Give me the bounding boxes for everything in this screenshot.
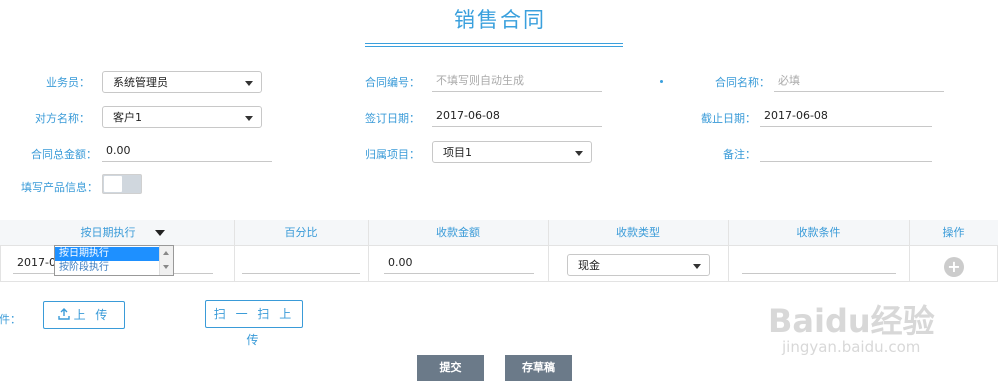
fill-product-label: 填写产品信息： (21, 181, 98, 194)
remark-input[interactable] (760, 140, 932, 162)
contract-no-label: 合同编号： (365, 76, 420, 89)
contract-name-placeholder: 必填 (778, 74, 800, 87)
counterparty-value: 客户1 (113, 111, 142, 124)
fill-product-toggle[interactable] (102, 174, 142, 194)
project-value: 项目1 (443, 146, 472, 159)
chevron-down-icon (245, 116, 253, 121)
plus-icon: + (947, 257, 961, 276)
sign-date-label: 签订日期： (365, 112, 420, 125)
percent-header: 百分比 (284, 226, 318, 239)
end-date-input[interactable]: 2017-06-08 (760, 105, 932, 127)
total-amount-label: 合同总金额： (31, 148, 97, 161)
chevron-down-icon (245, 81, 253, 86)
amount-input[interactable]: 0.00 (384, 252, 534, 274)
project-label: 归属项目： (365, 148, 420, 161)
watermark-url: jingyan.baidu.com (782, 338, 921, 356)
upload-label: 上 传 (73, 308, 111, 322)
contract-no-input[interactable]: 不填写则自动生成 (432, 70, 602, 92)
payment-type-select[interactable]: 现金 (567, 254, 710, 276)
contract-no-placeholder: 不填写则自动生成 (436, 74, 524, 87)
total-amount-input[interactable]: 0.00 (102, 140, 272, 162)
end-date-label: 截止日期： (701, 112, 756, 125)
counterparty-select[interactable]: 客户1 (102, 106, 262, 128)
project-select[interactable]: 项目1 (432, 141, 592, 163)
caret-down-icon[interactable] (155, 230, 165, 236)
payment-type-value: 现金 (578, 259, 600, 272)
exec-mode-dropdown: 按日期执行 按阶段执行 (54, 245, 174, 276)
sign-date-input[interactable]: 2017-06-08 (432, 105, 602, 127)
page-title: 销售合同 (454, 8, 546, 32)
condition-header: 收款条件 (796, 226, 841, 239)
amount-header: 收款金额 (436, 226, 480, 239)
scroll-up-icon[interactable] (163, 251, 169, 255)
salesman-select[interactable]: 系统管理员 (102, 71, 262, 93)
counterparty-label: 对方名称： (35, 112, 90, 125)
chevron-down-icon (693, 264, 701, 269)
attachment-label: 附件： (0, 313, 21, 326)
remark-label: 备注： (723, 148, 756, 161)
title-underline-2 (365, 46, 623, 47)
action-header: 操作 (942, 226, 965, 239)
required-dot (660, 80, 663, 83)
type-header: 收款类型 (616, 226, 660, 239)
contract-name-input[interactable]: 必填 (774, 70, 944, 92)
exec-mode-header[interactable]: 按日期执行 (58, 220, 158, 246)
dropdown-option-stage[interactable]: 按阶段执行 (55, 261, 159, 275)
contract-name-label: 合同名称： (715, 76, 770, 89)
upload-icon (57, 308, 70, 320)
watermark-logo: Baidu经验 (768, 302, 935, 340)
save-draft-button[interactable]: 存草稿 (505, 355, 572, 381)
salesman-label: 业务员： (46, 76, 90, 89)
toggle-knob (104, 176, 122, 192)
add-row-button[interactable]: + (944, 257, 964, 277)
submit-button[interactable]: 提交 (417, 355, 484, 381)
exec-mode-label: 按日期执行 (80, 226, 136, 239)
scroll-down-icon[interactable] (163, 265, 169, 269)
dropdown-scrollbar[interactable] (159, 246, 173, 275)
dropdown-option-date[interactable]: 按日期执行 (55, 247, 159, 261)
scan-upload-button[interactable]: 扫 一 扫 上 传 (205, 300, 303, 347)
salesman-value: 系统管理员 (113, 76, 168, 89)
percent-input[interactable] (242, 252, 360, 274)
title-underline (365, 43, 623, 44)
chevron-down-icon (575, 151, 583, 156)
upload-button[interactable]: 上 传 (43, 301, 125, 329)
condition-input[interactable] (742, 252, 896, 274)
